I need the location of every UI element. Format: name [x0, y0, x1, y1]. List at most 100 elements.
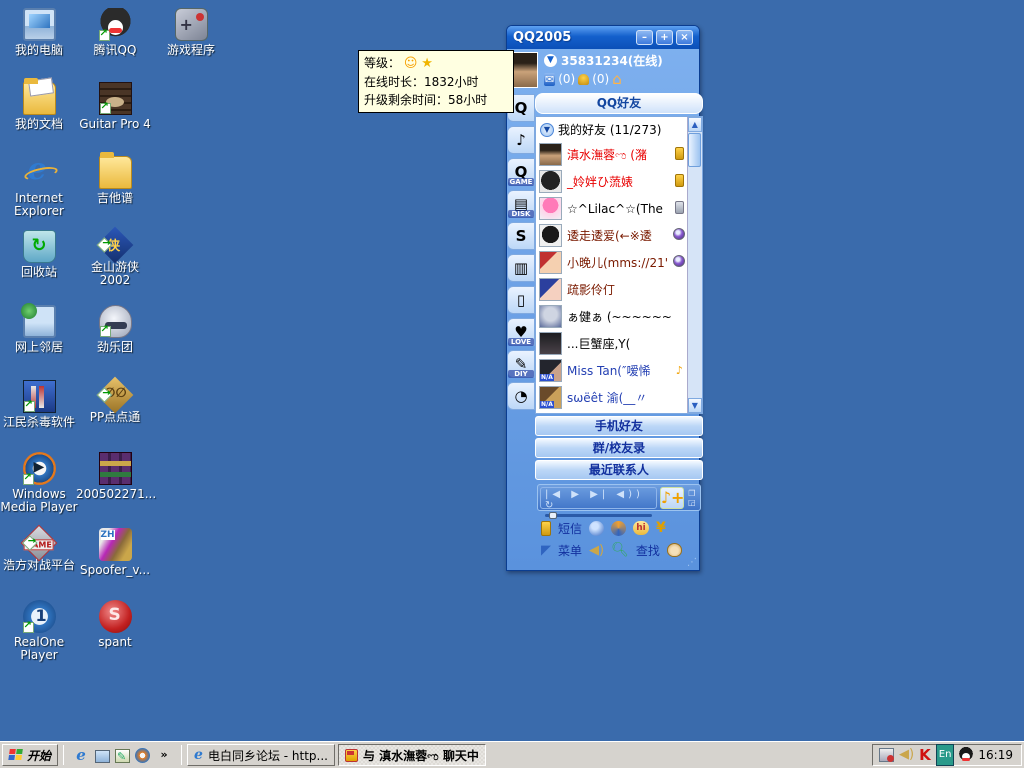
add-song-button[interactable]: ♪+: [660, 487, 684, 509]
home-icon[interactable]: ⌂: [612, 73, 622, 85]
desktop-icon-guitarpro[interactable]: Guitar Pro 4: [76, 82, 154, 131]
sms-phone-icon[interactable]: [541, 521, 551, 536]
friend-row[interactable]: 滇水潕蓉ಌ (潴: [536, 141, 687, 168]
friend-row[interactable]: _姈姅ひ蓅婊: [536, 168, 687, 195]
sidebar-diy-tab[interactable]: ✎DIY: [507, 350, 535, 378]
desktop-icon-kingsoft[interactable]: 金山游侠 2002: [76, 230, 154, 287]
mail-icon[interactable]: ✉: [544, 73, 555, 86]
volume-tray-icon[interactable]: ◀): [899, 746, 914, 764]
player-progress-thumb[interactable]: [549, 512, 557, 519]
desktop-icon-my-computer[interactable]: 我的电脑: [0, 8, 78, 57]
desktop-icon-qq-pc[interactable]: 腾讯QQ: [76, 8, 154, 57]
scrollbar-thumb[interactable]: [688, 133, 701, 167]
ie-quicklaunch-icon[interactable]: e: [72, 746, 90, 764]
menu-label[interactable]: 菜单: [558, 542, 582, 559]
player-play-icon[interactable]: ▶: [571, 489, 583, 500]
desktop-icon-haofang[interactable]: 浩方对战平台: [0, 528, 78, 572]
friend-avatar[interactable]: [539, 251, 562, 274]
desktop-icon-jiangmin[interactable]: 江民杀毒软件: [0, 380, 78, 429]
panel-button[interactable]: 最近联系人: [535, 460, 703, 480]
friend-row[interactable]: N/AMiss Tan(″嗳悕♪: [536, 357, 687, 384]
scroll-up-icon[interactable]: ▲: [688, 117, 702, 132]
friend-row[interactable]: ぁ健ぁ (~~~~~~: [536, 303, 687, 330]
scheduler-tray-icon[interactable]: [879, 748, 894, 762]
sidebar-disk-tab[interactable]: ▤DISK: [507, 190, 535, 218]
player-loop-icon[interactable]: ↻: [545, 500, 557, 511]
desktop-icon-spoofer[interactable]: Spoofer_v...: [76, 528, 154, 577]
friend-avatar[interactable]: [539, 332, 562, 355]
wmp-quicklaunch-icon[interactable]: [135, 748, 150, 763]
desktop-icon-o2jam[interactable]: 劲乐团: [76, 305, 154, 354]
friend-row[interactable]: ...巨蟹座,Υ(: [536, 330, 687, 357]
friend-avatar[interactable]: N/A: [539, 386, 562, 409]
desktop-icon-ie[interactable]: Internet Explorer: [0, 156, 78, 218]
show-desktop-icon[interactable]: [95, 750, 110, 763]
friend-row[interactable]: 逶走逶爱(←※逶: [536, 222, 687, 249]
desktop-icon-recycle[interactable]: 回收站: [0, 230, 78, 279]
menu-arrow-icon[interactable]: ◤: [541, 543, 551, 558]
scroll-down-icon[interactable]: ▼: [688, 398, 702, 413]
player-prev-icon[interactable]: |◀: [545, 489, 564, 500]
qq-tray-icon[interactable]: [959, 747, 973, 763]
desktop-icon-rar[interactable]: 200502271...: [76, 452, 154, 501]
editor-quicklaunch-icon[interactable]: [115, 749, 130, 763]
sidebar-game-tab[interactable]: QGAME: [507, 158, 535, 186]
quicklaunch-overflow-chevron[interactable]: »: [155, 746, 173, 764]
status-dropdown-icon[interactable]: ▼: [544, 54, 557, 67]
taskbar-task-button[interactable]: e电白同乡论坛 - http...: [187, 744, 335, 766]
friend-row[interactable]: 小晚儿(mms://21': [536, 249, 687, 276]
desktop-icon-folder[interactable]: 吉他谱: [76, 156, 154, 205]
search-magnifier-icon[interactable]: 🔍︎: [611, 542, 629, 558]
friend-avatar[interactable]: [539, 197, 562, 220]
input-method-indicator[interactable]: En: [936, 744, 955, 766]
qq-coin-icon[interactable]: ¥: [656, 520, 666, 536]
sidebar-news-tab[interactable]: ▥: [507, 254, 535, 282]
player-volume-icon[interactable]: ◀)): [616, 489, 644, 500]
desktop-icon-gamepad[interactable]: 游戏程序: [152, 8, 230, 57]
friend-row[interactable]: 疏影伶仃: [536, 276, 687, 303]
sidebar-browser-ball-tab[interactable]: ◔: [507, 382, 535, 410]
user-avatar[interactable]: [510, 52, 538, 88]
tm-hi-icon[interactable]: hi: [633, 521, 649, 535]
friend-row[interactable]: N/Asωëêt 渝(__〃: [536, 384, 687, 411]
desktop-icon-folder-docs[interactable]: 我的文档: [0, 82, 78, 131]
friend-avatar[interactable]: N/A: [539, 359, 562, 382]
desktop-icon-network[interactable]: 网上邻居: [0, 305, 78, 354]
desktop-icon-wmp[interactable]: Windows Media Player: [0, 452, 78, 514]
player-progress-track[interactable]: [545, 514, 652, 517]
friend-avatar[interactable]: [539, 278, 562, 301]
friend-avatar[interactable]: [539, 305, 562, 328]
friend-avatar[interactable]: [539, 224, 562, 247]
player-controls[interactable]: |◀ ▶ ▶| ◀)) ↻: [540, 487, 657, 509]
start-button[interactable]: 开始: [2, 744, 58, 766]
kingsoft-tray-icon[interactable]: K: [919, 746, 931, 764]
friend-avatar[interactable]: [539, 170, 562, 193]
taskbar-task-button[interactable]: 与 滇水潕蓉ಌ 聊天中: [338, 744, 486, 766]
sound-speaker-icon[interactable]: ◀): [589, 543, 604, 558]
friend-group-header[interactable]: ▼ 我的好友 (11/273): [536, 117, 687, 141]
friend-avatar[interactable]: [539, 143, 562, 166]
expand-button[interactable]: +: [656, 30, 673, 45]
desktop-icon-realone[interactable]: RealOne Player: [0, 600, 78, 662]
sidebar-love-tab[interactable]: ♥LOVE: [507, 318, 535, 346]
sidebar-friend-s-tab[interactable]: S: [507, 222, 535, 250]
qq-browser-icon[interactable]: [589, 521, 604, 536]
user-number-status[interactable]: 35831234(在线): [561, 52, 663, 69]
player-expand-icons[interactable]: ❐◲: [686, 489, 698, 507]
desktop-icon-pp[interactable]: PP点点通: [76, 380, 154, 424]
panel-button[interactable]: 群/校友录: [535, 438, 703, 458]
panel-button[interactable]: 手机好友: [535, 416, 703, 436]
friend-row[interactable]: N/Aぁ忍( 〝:: [536, 411, 687, 413]
tab-qq-friends[interactable]: QQ好友: [535, 93, 703, 114]
browser-swirl-icon[interactable]: [611, 521, 626, 536]
sidebar-mobile-tab[interactable]: ▯: [507, 286, 535, 314]
alert-bell-icon[interactable]: [578, 74, 589, 85]
minimize-button[interactable]: –: [636, 30, 653, 45]
resize-grip[interactable]: ⋰: [687, 557, 697, 568]
friend-row[interactable]: ☆^Lilac^☆(The: [536, 195, 687, 222]
close-button[interactable]: ×: [676, 30, 693, 45]
qq-title-bar[interactable]: QQ2005 – + ×: [507, 26, 699, 49]
player-next-icon[interactable]: ▶|: [590, 489, 609, 500]
group-collapse-icon[interactable]: ▼: [540, 123, 554, 137]
sms-label[interactable]: 短信: [558, 520, 582, 537]
